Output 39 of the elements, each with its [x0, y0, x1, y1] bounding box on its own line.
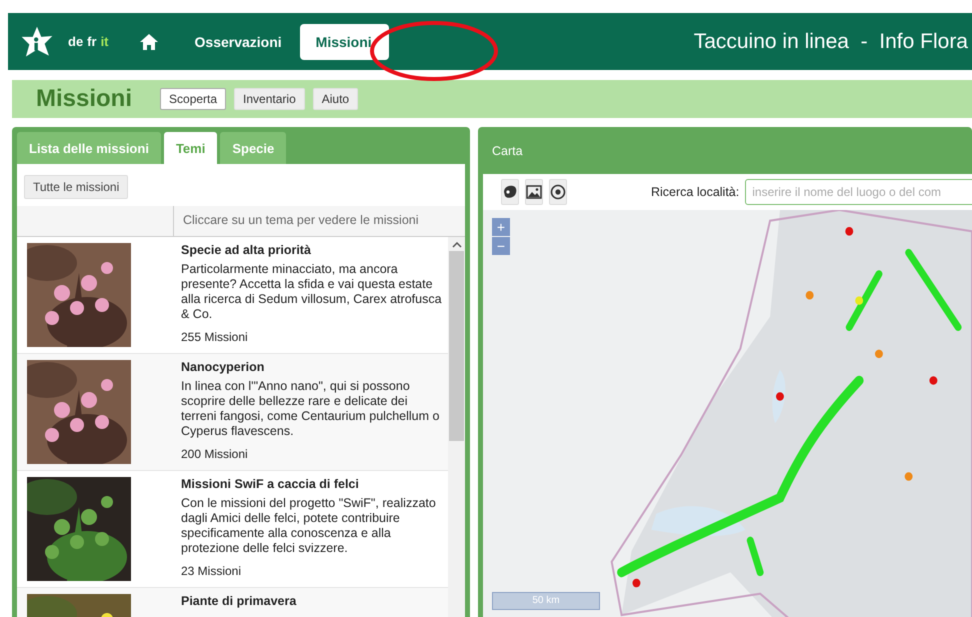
search-label: Ricerca località: — [651, 185, 740, 199]
mission-count: 23 Missioni — [181, 564, 242, 578]
panel-title: Carta — [492, 144, 523, 158]
chevron-up-icon[interactable] — [452, 242, 462, 248]
target-icon — [550, 184, 566, 200]
theme-description: Particolarmente minacciato, ma ancora presente? Accetta la sfida e vai questa estate alla ricerca di Sedum villosum, Carex atrofusca & Co. — [181, 262, 443, 322]
map-tool-button[interactable] — [549, 179, 567, 205]
mission-count: 255 Missioni — [181, 330, 249, 344]
language-link[interactable]: fr — [87, 34, 97, 49]
home-icon — [138, 32, 159, 50]
section-tab[interactable]: Aiuto — [312, 88, 358, 110]
place-search-field[interactable]: inserire il nome del luogo o del com — [745, 179, 972, 205]
nav-tab[interactable]: Missioni — [300, 24, 389, 60]
map-tool-button[interactable] — [525, 179, 543, 205]
column-header: Cliccare su un tema per vedere le missioni — [182, 212, 419, 229]
language-link[interactable]: de — [68, 34, 84, 49]
theme-title: Specie ad alta priorità — [181, 243, 312, 257]
image-icon — [526, 184, 542, 200]
theme-description: Con le missioni del progetto "SwiF", realizzato dagli Amici delle felci, potete contribuire specificamente alla conoscenza e alla protezione delle felci svizzere. — [181, 496, 437, 556]
theme-title: Missioni SwiF a caccia di felci — [181, 477, 360, 491]
theme-row[interactable]: Nanocyperion In linea con l'"Anno nano", qui si possono scoprire delle bellezze rare e delicate dei terreni fangosi, come Centaurium pulchellum o Cyperus flavescens. 200 Missioni — [17, 354, 448, 471]
map-scale: 50 km — [492, 592, 600, 610]
section-tab[interactable]: Inventario — [234, 88, 305, 110]
map-tool-button[interactable] — [501, 179, 519, 205]
mission-count: 200 Missioni — [181, 447, 249, 461]
section-tab[interactable]: Scoperta — [160, 88, 226, 110]
app-title: Taccuino in linea - Info Flora — [694, 30, 968, 54]
nav-tab[interactable]: Osservazioni — [178, 24, 298, 60]
theme-description: In linea con l'"Anno nano", qui si possono scoprire delle bellezze rare e delicate dei terreni fangosi, come Centaurium pulchellum o Cyperus flavescens. — [181, 379, 440, 439]
language-link[interactable]: it — [100, 34, 109, 49]
theme-row[interactable]: Specie ad alta priorità Particolarmente minacciato, ma ancora presente? Accetta la sfida e vai questa estate alla ricerca di Sedum villosum, Carex atrofusca & Co. 255 Missioni — [17, 237, 448, 354]
scrollbar[interactable] — [448, 237, 465, 617]
all-missions-button[interactable]: Tutte le missioni — [24, 175, 128, 199]
theme-row[interactable]: Piante di primavera — [17, 588, 448, 617]
theme-title: Piante di primavera — [181, 594, 298, 608]
scrollbar-thumb[interactable] — [449, 251, 464, 441]
page-title: Missioni — [36, 85, 132, 113]
blob-icon — [502, 184, 518, 200]
theme-title: Nanocyperion — [181, 360, 266, 374]
